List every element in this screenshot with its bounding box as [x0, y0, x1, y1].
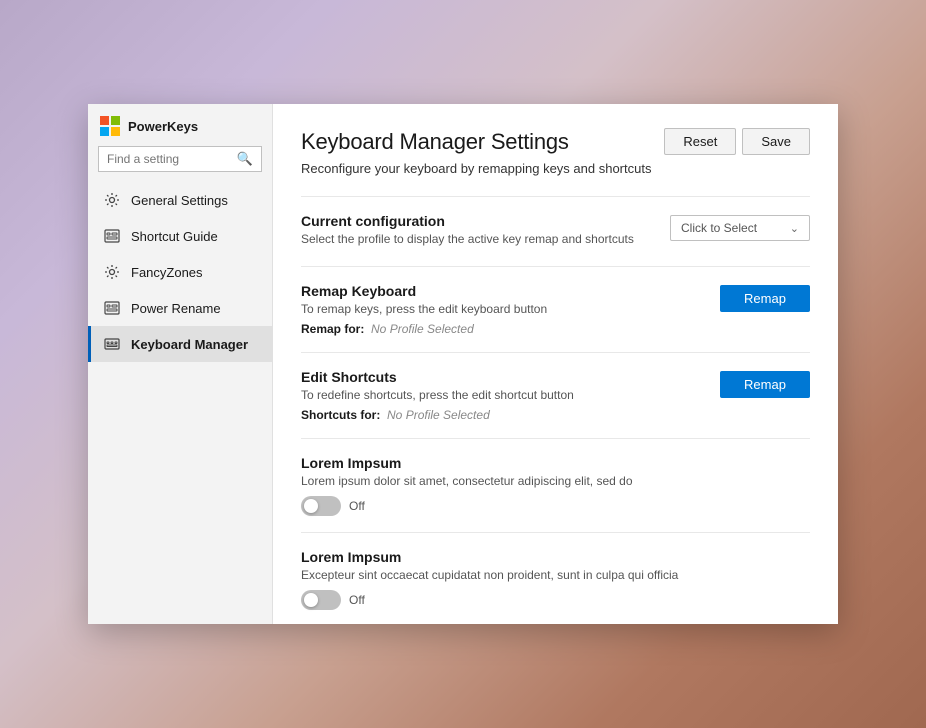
remap-keyboard-button[interactable]: Remap: [720, 285, 810, 312]
section-edit-shortcuts-sub: Shortcuts for: No Profile Selected: [301, 408, 708, 422]
toggle-lorem-1-knob: [304, 499, 318, 513]
remap-for-value: No Profile Selected: [371, 322, 474, 336]
general-settings-icon: [103, 191, 121, 209]
section-remap-keyboard-row: Remap Keyboard To remap keys, press the …: [301, 283, 810, 336]
sidebar-item-shortcut-guide-label: Shortcut Guide: [131, 229, 218, 244]
toggle-lorem-1[interactable]: [301, 496, 341, 516]
shortcuts-for-label: Shortcuts for:: [301, 408, 380, 422]
sidebar-item-general[interactable]: General Settings: [88, 182, 272, 218]
sidebar-header: PowerKeys: [88, 104, 272, 146]
power-rename-icon: [103, 299, 121, 317]
search-bar[interactable]: 🔍: [98, 146, 262, 172]
sidebar-nav: General Settings Shortcut Guide: [88, 182, 272, 362]
app-logo-icon: [100, 116, 120, 136]
dropdown-label: Click to Select: [681, 221, 757, 235]
shortcut-guide-icon: [103, 227, 121, 245]
main-content: Keyboard Manager Settings Reset Save Rec…: [273, 104, 838, 624]
sidebar-item-shortcut-guide[interactable]: Shortcut Guide: [88, 218, 272, 254]
search-input[interactable]: [107, 152, 231, 166]
app-title: PowerKeys: [128, 119, 198, 134]
profile-dropdown[interactable]: Click to Select ⌄: [670, 215, 810, 241]
edit-shortcuts-button[interactable]: Remap: [720, 371, 810, 398]
toggle-lorem-2-label: Off: [349, 593, 365, 607]
section-lorem-2: Lorem Impsum Excepteur sint occaecat cup…: [301, 532, 810, 624]
section-current-config-row: Current configuration Select the profile…: [301, 213, 810, 250]
sidebar-item-power-rename[interactable]: Power Rename: [88, 290, 272, 326]
page-title: Keyboard Manager Settings: [301, 129, 569, 155]
section-lorem-1-title: Lorem Impsum: [301, 455, 810, 471]
section-current-config: Current configuration Select the profile…: [301, 196, 810, 266]
search-icon: 🔍: [237, 151, 253, 167]
section-edit-shortcuts-info: Edit Shortcuts To redefine shortcuts, pr…: [301, 369, 708, 422]
section-lorem-2-desc: Excepteur sint occaecat cupidatat non pr…: [301, 568, 810, 582]
section-edit-shortcuts-row: Edit Shortcuts To redefine shortcuts, pr…: [301, 369, 810, 422]
header-buttons: Reset Save: [664, 128, 810, 155]
page-subtitle: Reconfigure your keyboard by remapping k…: [301, 161, 810, 176]
section-lorem-1: Lorem Impsum Lorem ipsum dolor sit amet,…: [301, 438, 810, 532]
keyboard-manager-icon: [103, 335, 121, 353]
main-header: Keyboard Manager Settings Reset Save: [301, 128, 810, 155]
sidebar-item-fancyzones-label: FancyZones: [131, 265, 203, 280]
sidebar-item-general-label: General Settings: [131, 193, 228, 208]
chevron-down-icon: ⌄: [790, 222, 799, 235]
section-remap-keyboard-sub: Remap for: No Profile Selected: [301, 322, 708, 336]
sidebar-item-keyboard-manager[interactable]: Keyboard Manager: [88, 326, 272, 362]
sidebar-item-fancyzones[interactable]: FancyZones: [88, 254, 272, 290]
toggle-lorem-1-row: Off: [301, 496, 810, 516]
section-current-config-info: Current configuration Select the profile…: [301, 213, 658, 250]
reset-button[interactable]: Reset: [664, 128, 736, 155]
section-remap-keyboard: Remap Keyboard To remap keys, press the …: [301, 266, 810, 352]
section-remap-keyboard-title: Remap Keyboard: [301, 283, 708, 299]
toggle-lorem-1-label: Off: [349, 499, 365, 513]
sidebar: PowerKeys 🔍 General Settings: [88, 104, 273, 624]
section-remap-keyboard-info: Remap Keyboard To remap keys, press the …: [301, 283, 708, 336]
section-edit-shortcuts-desc: To redefine shortcuts, press the edit sh…: [301, 388, 708, 402]
section-edit-shortcuts-title: Edit Shortcuts: [301, 369, 708, 385]
remap-for-label: Remap for:: [301, 322, 364, 336]
section-lorem-2-title: Lorem Impsum: [301, 549, 810, 565]
section-edit-shortcuts: Edit Shortcuts To redefine shortcuts, pr…: [301, 352, 810, 438]
sidebar-item-keyboard-manager-label: Keyboard Manager: [131, 337, 248, 352]
sidebar-item-power-rename-label: Power Rename: [131, 301, 221, 316]
toggle-lorem-2-row: Off: [301, 590, 810, 610]
fancyzones-icon: [103, 263, 121, 281]
toggle-lorem-2-knob: [304, 593, 318, 607]
section-current-config-title: Current configuration: [301, 213, 658, 229]
section-remap-keyboard-desc: To remap keys, press the edit keyboard b…: [301, 302, 708, 316]
app-window: PowerKeys 🔍 General Settings: [88, 104, 838, 624]
shortcuts-for-value: No Profile Selected: [387, 408, 490, 422]
save-button[interactable]: Save: [742, 128, 810, 155]
section-lorem-1-desc: Lorem ipsum dolor sit amet, consectetur …: [301, 474, 810, 488]
toggle-lorem-2[interactable]: [301, 590, 341, 610]
section-current-config-desc: Select the profile to display the active…: [301, 232, 658, 246]
